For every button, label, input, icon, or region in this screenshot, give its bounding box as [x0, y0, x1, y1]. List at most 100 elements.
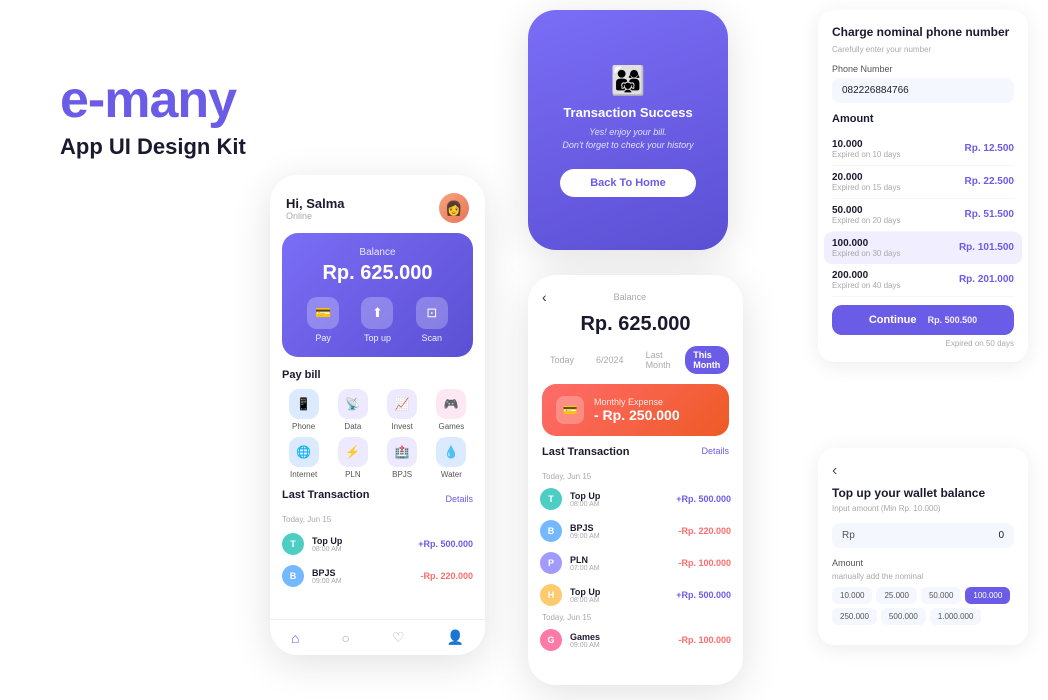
scan-label: Scan	[416, 333, 448, 343]
charge-panel: Charge nominal phone number Carefully en…	[818, 10, 1028, 362]
success-emoji: 👨‍👩‍👧	[560, 64, 696, 97]
details-link[interactable]: Details	[445, 494, 473, 504]
phone-label: Phone Number	[832, 64, 1014, 74]
bill-data[interactable]: 📡Data	[331, 389, 374, 431]
bill-bpjs[interactable]: 🏥BPJS	[381, 437, 424, 479]
amount-row-10k[interactable]: 10.000Expired on 10 days Rp. 12.500	[832, 133, 1014, 166]
amount-hint: manually add the nominal	[832, 572, 1014, 581]
status-text: Online	[286, 211, 345, 221]
tab-today[interactable]: Today	[542, 351, 582, 369]
bill-games[interactable]: 🎮Games	[430, 389, 473, 431]
rp-label: Rp	[842, 530, 855, 541]
chip-100k[interactable]: 100.000	[965, 587, 1010, 604]
scan-action[interactable]: ⊡ Scan	[416, 297, 448, 343]
pay-label: Pay	[307, 333, 339, 343]
p3-tx-pln: P PLN07:00 AM -Rp. 100.000	[528, 547, 743, 579]
expense-icon: 💳	[556, 396, 584, 424]
p3-tx-date2: Today, Jun 15	[528, 611, 743, 624]
tx-name-topup: Top Up	[312, 536, 410, 546]
p3-tx-topup2: H Top Up08:00 AM +Rp. 500.000	[528, 579, 743, 611]
chip-50k[interactable]: 50.000	[921, 587, 961, 604]
tx-amount-topup: +Rp. 500.000	[418, 539, 473, 549]
tab-last-month[interactable]: Last Month	[638, 346, 680, 374]
tab-this-month[interactable]: This Month	[685, 346, 729, 374]
pay-bill-title: Pay bill	[282, 369, 473, 381]
phone3-mockup: ‹ Balance Rp. 625.000 Today 6/2024 Last …	[528, 275, 743, 685]
expense-card: 💳 Monthly Expense - Rp. 250.000	[542, 384, 729, 436]
phone-number-input[interactable]	[832, 78, 1014, 103]
brand-subtitle: App UI Design Kit	[60, 134, 246, 160]
success-desc-line1: Yes! enjoy your bill.	[589, 127, 667, 137]
nav-home-icon[interactable]: ⌂	[291, 630, 299, 646]
topup-back-arrow[interactable]: ‹	[832, 462, 837, 480]
back-arrow-icon[interactable]: ‹	[542, 289, 547, 305]
charge-title: Charge nominal phone number	[832, 24, 1014, 41]
topup-panel: ‹ Top up your wallet balance Input amoun…	[818, 448, 1028, 645]
tx-date: Today, Jun 15	[270, 515, 485, 528]
tx-item-bpjs: B BPJS 09:00 AM -Rp. 220.000	[270, 560, 485, 592]
topup-title: Top up your wallet balance	[832, 486, 1014, 500]
success-desc-line2: Don't forget to check your history	[562, 140, 693, 150]
p3-tx-avatar-b: B	[540, 520, 562, 542]
tx-info-bpjs: BPJS 09:00 AM	[312, 568, 412, 585]
charge-subtitle: Carefully enter your number	[832, 45, 1014, 54]
chip-500k[interactable]: 500.000	[881, 608, 926, 625]
bill-grid: 📱Phone 📡Data 📈Invest 🎮Games 🌐Internet ⚡P…	[282, 389, 473, 479]
bill-phone[interactable]: 📱Phone	[282, 389, 325, 431]
tx-amount-bpjs: -Rp. 220.000	[420, 571, 473, 581]
tx-name-bpjs: BPJS	[312, 568, 412, 578]
topup-label: Top up	[361, 333, 393, 343]
back-home-button[interactable]: Back To Home	[560, 169, 696, 197]
avatar: 👩	[439, 193, 469, 223]
balance-amount: Rp. 625.000	[296, 262, 459, 285]
p3-tx-bpjs: B BPJS09:00 AM -Rp. 220.000	[528, 515, 743, 547]
amount-row-200k[interactable]: 200.000Expired on 40 days Rp. 201.000	[832, 264, 1014, 297]
bill-water[interactable]: 💧Water	[430, 437, 473, 479]
topup-subtitle: Input amount (Min Rp. 10.000)	[832, 504, 1014, 513]
bill-internet[interactable]: 🌐Internet	[282, 437, 325, 479]
nav-search-icon[interactable]: ○	[341, 630, 349, 646]
bill-invest[interactable]: 📈Invest	[381, 389, 424, 431]
balance-label: Balance	[296, 247, 459, 258]
last-tx-header: Last Transaction Details	[270, 479, 485, 515]
amount-row-50k[interactable]: 50.000Expired on 20 days Rp. 51.500	[832, 199, 1014, 232]
continue-expiry: Expired on 50 days	[832, 339, 1014, 348]
p3-tx-topup: T Top Up08:00 AM +Rp. 500.000	[528, 483, 743, 515]
nav-menu-icon[interactable]: 👤	[447, 629, 464, 646]
tx-avatar-t: T	[282, 533, 304, 555]
chip-25k[interactable]: 25.000	[876, 587, 916, 604]
amount-label: Amount	[832, 558, 1014, 568]
amount-row-100k[interactable]: 100.000Expired on 30 days Rp. 101.500	[824, 232, 1022, 264]
pay-icon: 💳	[307, 297, 339, 329]
bill-pln[interactable]: ⚡PLN	[331, 437, 374, 479]
p3-balance-amount: Rp. 625.000	[528, 313, 743, 346]
tx-avatar-b: B	[282, 565, 304, 587]
brand-section: e-many App UI Design Kit	[60, 70, 246, 160]
pay-bill-section: Pay bill 📱Phone 📡Data 📈Invest 🎮Games 🌐In…	[270, 357, 485, 479]
rp-field[interactable]: Rp 0	[832, 523, 1014, 548]
phone3-header: ‹ Balance	[528, 275, 743, 313]
topup-action[interactable]: ⬆ Top up	[361, 297, 393, 343]
greeting-text: Hi, Salma	[286, 196, 345, 211]
p3-details-link[interactable]: Details	[701, 446, 729, 466]
phone2-mockup: 👨‍👩‍👧 Transaction Success Yes! enjoy you…	[528, 10, 728, 250]
p3-last-tx-header: Last Transaction Details	[528, 446, 743, 470]
continue-button[interactable]: Continue Rp. 500.500	[832, 305, 1014, 335]
chip-250k[interactable]: 250.000	[832, 608, 877, 625]
chip-1000k[interactable]: 1.000.000	[930, 608, 982, 625]
tx-info-topup: Top Up 08:00 AM	[312, 536, 410, 553]
p3-tx-avatar-p: P	[540, 552, 562, 574]
chip-10k[interactable]: 10.000	[832, 587, 872, 604]
phone1-nav: ⌂ ○ ♡ 👤	[270, 619, 485, 655]
tab-6-2024[interactable]: 6/2024	[588, 351, 632, 369]
success-title: Transaction Success	[560, 105, 696, 120]
p3-tx-games: G Games09:00 AM -Rp. 100.000	[528, 624, 743, 656]
amount-row-20k[interactable]: 20.000Expired on 15 days Rp. 22.500	[832, 166, 1014, 199]
expense-label: Monthly Expense	[594, 397, 680, 407]
nav-profile-icon[interactable]: ♡	[392, 629, 405, 646]
p3-last-tx-title: Last Transaction	[542, 446, 629, 458]
p3-tx-date1: Today, Jun 15	[528, 470, 743, 483]
phone1-mockup: Hi, Salma Online 👩 Balance Rp. 625.000 💳…	[270, 175, 485, 655]
amount-section-title: Amount	[832, 113, 1014, 125]
pay-action[interactable]: 💳 Pay	[307, 297, 339, 343]
